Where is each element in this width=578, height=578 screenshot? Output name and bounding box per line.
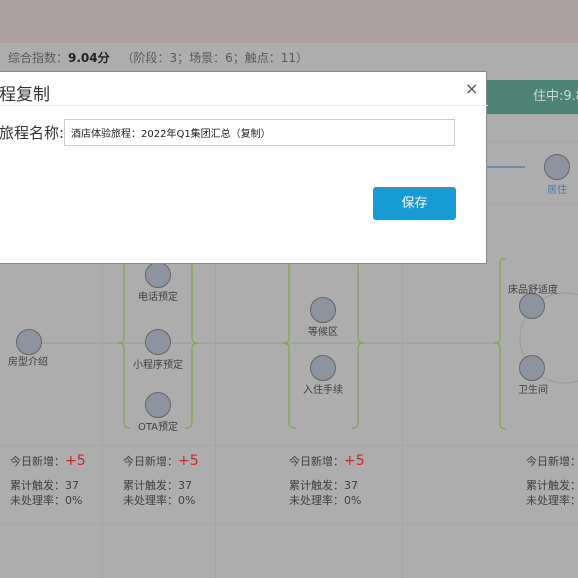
touchpoint-node[interactable] [145,329,171,355]
node-label: 小程序预定 [133,360,183,371]
copy-journey-dialog: 程复制 × 旅程名称: 保存 [0,71,488,264]
touchpoint-node[interactable] [310,355,336,381]
bracket-group [117,258,507,430]
node-label: 等候区 [308,327,338,338]
touchpoint-node[interactable] [145,392,171,418]
stats-block: 今日新增：+5 累计触发：37 未处理率：0% [526,455,578,507]
journey-name-input[interactable] [64,119,455,146]
touchpoint-node[interactable] [519,293,545,319]
touchpoint-node[interactable] [310,297,336,323]
stage-node[interactable] [544,154,570,180]
touchpoint-node[interactable] [145,262,171,288]
node-label: 卫生间 [518,385,548,396]
node-label: 床品舒适度 [508,285,558,296]
touchpoint-node[interactable] [519,355,545,381]
stats-block: 今日新增：+5 累计触发：37 未处理率：0% [289,453,365,508]
node-label: 电话预定 [138,292,178,303]
touchpoint-node[interactable] [16,329,42,355]
close-icon[interactable]: × [465,79,478,98]
node-label: OTA预定 [137,422,179,433]
journey-name-label: 旅程名称: [0,124,65,142]
stats-block: 今日新增：+5 累计触发：37 未处理率：0% [123,453,199,508]
save-button[interactable]: 保存 [373,187,456,220]
dialog-divider [0,105,488,106]
stats-block: 今日新增：+5 累计触发：37 未处理率：0% [10,453,86,508]
dialog-title: 程复制 [0,85,50,105]
stage-node-label: 居住 [547,185,567,196]
node-label: 房型介绍 [8,357,48,368]
node-label: 入住手续 [303,385,343,396]
